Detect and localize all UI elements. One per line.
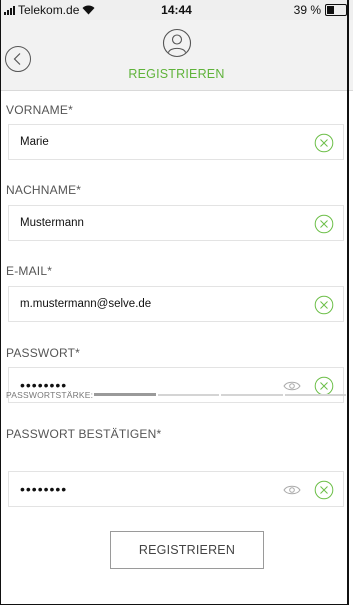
strength-segment [284,394,346,396]
first-name-value: Marie [20,136,49,148]
first-name-label: VORNAME* [6,103,73,117]
battery-percent: 39 % [293,3,321,17]
user-circle-icon [162,28,192,58]
register-button[interactable]: REGISTRIEREN [110,531,264,569]
password-confirm-field[interactable]: •••••••• [8,471,344,507]
clear-icon[interactable] [314,133,334,153]
clear-icon[interactable] [314,214,334,234]
email-field[interactable]: m.mustermann@selve.de [8,286,344,322]
battery-icon [325,4,349,16]
password-strength-meter: PASSWORTSTÄRKE: [6,389,346,401]
email-label: E-MAIL* [6,264,53,278]
last-name-value: Mustermann [20,217,84,229]
eye-icon[interactable] [283,484,301,496]
clear-icon[interactable] [314,295,334,315]
last-name-label: NACHNAME* [6,183,82,197]
status-right: 39 % [293,3,349,17]
battery-fill [327,6,335,14]
first-name-field[interactable]: Marie [8,124,344,160]
password-label: PASSWORT* [6,346,81,360]
clear-icon[interactable] [314,480,334,500]
strength-segment [94,393,156,396]
password-strength-label: PASSWORTSTÄRKE: [6,390,94,400]
strength-segment [221,394,283,396]
app-header: REGISTRIEREN [0,20,353,91]
password-confirm-value: •••••••• [20,481,68,497]
last-name-field[interactable]: Mustermann [8,205,344,241]
strength-segment [157,394,219,396]
password-confirm-label: PASSWORT BESTÄTIGEN* [6,427,162,441]
email-value: m.mustermann@selve.de [20,298,152,310]
page-title: REGISTRIEREN [128,67,225,81]
status-bar: Telekom.de 14:44 39 % [0,0,353,20]
